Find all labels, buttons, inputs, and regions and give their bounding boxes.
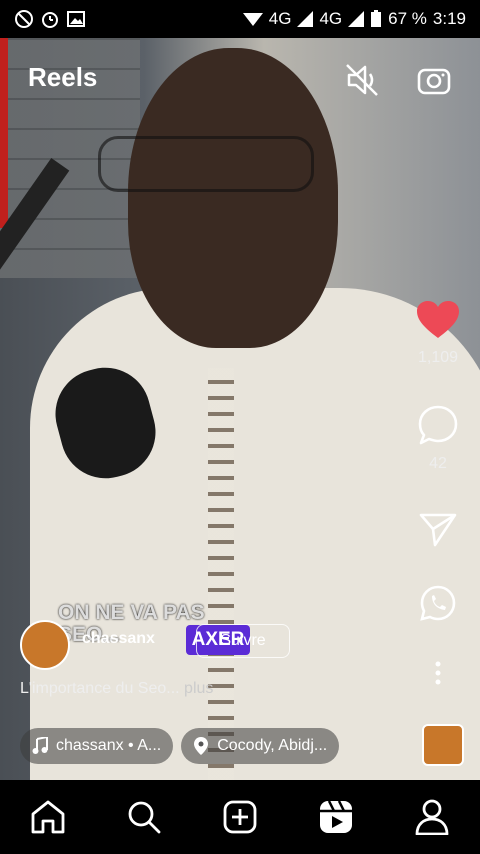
like-count: 1,109: [417, 349, 459, 366]
nav-create[interactable]: [210, 787, 270, 847]
location-pin-icon: [194, 737, 209, 755]
page-title: Reels: [28, 62, 98, 92]
more-vertical-icon: [435, 661, 441, 685]
caption-text: L'importance du Seo...: [20, 680, 180, 697]
clock: 3:19: [432, 9, 466, 28]
status-bar: 4G 4G 67 % 3:19: [0, 0, 480, 38]
follow-button[interactable]: Suivre: [196, 624, 290, 658]
music-note-icon: [32, 737, 48, 754]
speaker-glasses: [98, 136, 314, 192]
signal-icon: [297, 11, 314, 27]
comment-action[interactable]: 42: [412, 404, 464, 473]
overlay-line-1: ON NE VA PAS: [58, 601, 205, 624]
camera-button[interactable]: [414, 60, 454, 100]
bottom-nav: [0, 780, 480, 854]
audio-chip[interactable]: chassanx • A...: [20, 728, 174, 764]
network-type: 4G: [268, 9, 292, 28]
speaker-muted-icon: [346, 64, 378, 96]
reel-video[interactable]: [0, 38, 480, 780]
comment-icon: [418, 405, 458, 445]
reels-header: Reels: [0, 60, 480, 100]
audio-thumbnail[interactable]: [422, 724, 464, 766]
whatsapp-icon: [420, 585, 456, 621]
create-icon: [223, 800, 257, 834]
send-icon: [419, 513, 457, 547]
comment-count: 42: [429, 455, 447, 472]
reels-icon: [320, 800, 352, 833]
whatsapp-action[interactable]: [412, 584, 464, 627]
more-link[interactable]: plus: [184, 680, 213, 697]
search-icon: [128, 801, 161, 834]
heart-icon: [417, 301, 459, 338]
location-label: Cocody, Abidj...: [217, 737, 328, 754]
wifi-icon: [242, 13, 263, 26]
nav-search[interactable]: [114, 787, 174, 847]
image-icon: [67, 11, 85, 27]
alarm-icon: [42, 12, 58, 28]
nav-home[interactable]: [18, 787, 78, 847]
do-not-disturb-icon: [15, 10, 33, 28]
shirt-embroidery: [208, 368, 234, 780]
network-type-2: 4G: [319, 9, 343, 28]
share-action[interactable]: [412, 512, 464, 553]
battery-level: 67 %: [388, 9, 427, 28]
post-caption[interactable]: L'importance du Seo... plus: [20, 680, 213, 698]
post-chips: chassanx • A... Cocody, Abidj...: [20, 728, 340, 764]
profile-icon: [415, 799, 449, 835]
signal-icon-2: [348, 11, 365, 27]
location-chip[interactable]: Cocody, Abidj...: [181, 728, 340, 764]
home-icon: [31, 800, 65, 834]
mute-button[interactable]: [342, 60, 382, 100]
more-options[interactable]: [412, 660, 464, 691]
battery-icon: [371, 10, 382, 27]
camera-icon: [417, 68, 451, 95]
like-action[interactable]: 1,109: [412, 300, 464, 367]
nav-profile[interactable]: [402, 787, 462, 847]
username[interactable]: chassanx: [82, 630, 155, 648]
avatar[interactable]: [20, 620, 70, 670]
audio-label: chassanx • A...: [56, 737, 162, 754]
nav-reels[interactable]: [306, 787, 366, 847]
